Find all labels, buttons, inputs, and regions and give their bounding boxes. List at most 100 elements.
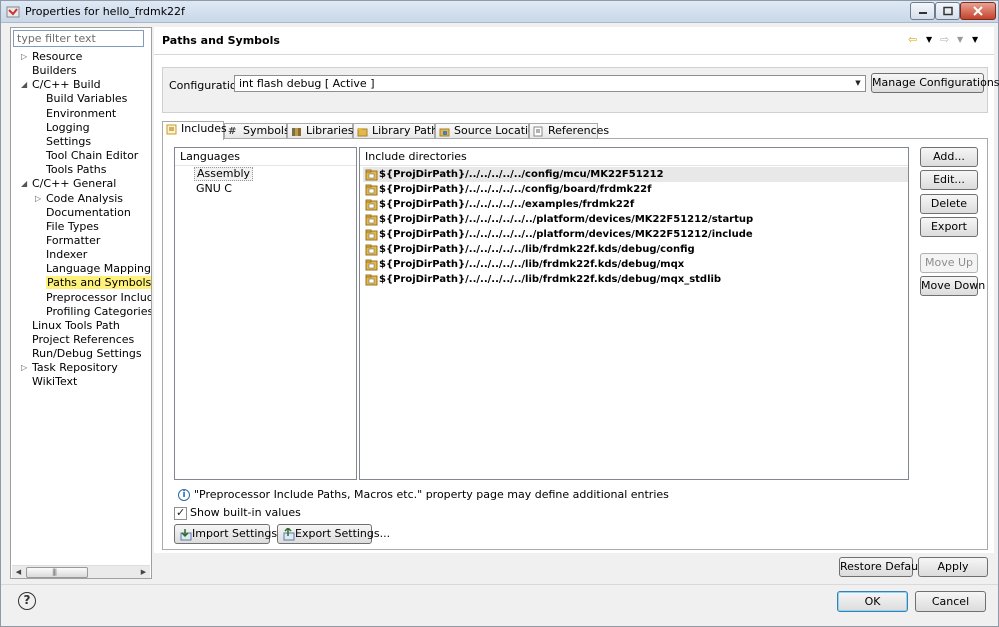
sidebar-item-preprocessor-include-pa[interactable]: Preprocessor Include Pa <box>46 291 151 305</box>
minimize-button[interactable] <box>910 2 935 20</box>
sidebar-item-label: Task Repository <box>32 361 118 375</box>
cancel-button[interactable]: Cancel <box>915 591 986 612</box>
sidebar-item-code-analysis[interactable]: ▷ Code Analysis <box>35 192 123 206</box>
configuration-select[interactable]: int flash debug [ Active ] ▼ <box>234 75 866 92</box>
page-title: Paths and Symbols <box>162 34 280 47</box>
include-directory-row[interactable]: ${ProjDirPath}/../../../../../../platfor… <box>363 212 908 227</box>
scroll-left-icon[interactable]: ◀ <box>12 566 25 579</box>
info-text: "Preprocessor Include Paths, Macros etc.… <box>194 488 669 501</box>
ok-button[interactable]: OK <box>837 591 908 612</box>
import-settings-button[interactable]: Import Settings... <box>174 524 288 544</box>
collapsed-arrow-icon[interactable]: ▷ <box>21 361 30 375</box>
include-folder-icon <box>365 199 378 211</box>
manage-configurations-button[interactable]: Manage Configurations... <box>871 73 999 93</box>
language-item-gnu-c[interactable]: GNU C <box>194 182 234 196</box>
navigation-panel: ▷ResourceBuilders◢C/C++ BuildBuild Varia… <box>10 27 152 579</box>
source-folder-icon <box>439 128 450 137</box>
sidebar-item-formatter[interactable]: Formatter <box>46 234 100 248</box>
show-built-in-checkbox[interactable]: Show built-in values <box>174 506 301 520</box>
include-directory-path: ${ProjDirPath}/../../../../../config/boa… <box>379 184 652 195</box>
language-item-assembly[interactable]: Assembly <box>194 167 254 181</box>
tab-library-paths[interactable]: Library Paths <box>353 123 444 139</box>
include-directory-row[interactable]: ${ProjDirPath}/../../../../../lib/frdmk2… <box>363 257 908 272</box>
library-icon <box>292 128 301 136</box>
sidebar-item-settings[interactable]: Settings <box>46 135 91 149</box>
sidebar-item-indexer[interactable]: Indexer <box>46 248 87 262</box>
include-folder-icon <box>365 274 378 286</box>
add-button[interactable]: Add... <box>920 147 978 167</box>
sidebar-item-tool-chain-editor[interactable]: Tool Chain Editor <box>46 149 138 163</box>
tab-symbols[interactable]: # Symbols <box>224 123 290 139</box>
import-icon <box>180 529 192 541</box>
apply-button[interactable]: Apply <box>918 557 988 577</box>
collapsed-arrow-icon[interactable]: ▷ <box>35 192 44 206</box>
include-folder-icon <box>365 259 378 271</box>
sidebar-item-linux-tools-path[interactable]: Linux Tools Path <box>32 319 120 333</box>
expanded-arrow-icon[interactable]: ◢ <box>21 177 30 191</box>
back-arrow-icon[interactable]: ⇦ <box>908 33 917 46</box>
sidebar-item-label: C/C++ General <box>32 177 117 191</box>
move-up-button[interactable]: Move Up <box>920 253 978 273</box>
forward-menu-chevron-icon[interactable]: ▼ <box>957 35 963 44</box>
restore-defaults-button[interactable]: Restore Defaults <box>839 557 931 577</box>
sidebar-item-language-mappings[interactable]: Language Mappings <box>46 262 151 276</box>
info-icon: i <box>178 489 190 501</box>
export-settings-button[interactable]: Export Settings... <box>277 524 390 544</box>
sidebar-item-label: Language Mappings <box>46 262 151 276</box>
horizontal-scrollbar[interactable]: ◀ ||| ▶ <box>12 565 150 578</box>
collapsed-arrow-icon[interactable]: ▷ <box>21 50 30 64</box>
minimize-icon <box>918 12 927 14</box>
sidebar-item-profiling-categories[interactable]: Profiling Categories <box>46 305 151 319</box>
export-icon <box>283 528 295 541</box>
export-button[interactable]: Export <box>920 217 978 237</box>
expanded-arrow-icon[interactable]: ◢ <box>21 78 30 92</box>
configuration-section: Configuration: int flash debug [ Active … <box>162 67 999 113</box>
include-directory-row[interactable]: ${ProjDirPath}/../../../../../config/mcu… <box>363 167 908 182</box>
tab-libraries[interactable]: Libraries <box>287 123 354 139</box>
include-directory-row[interactable]: ${ProjDirPath}/../../../../../config/boa… <box>363 182 908 197</box>
tab-includes[interactable]: Includes <box>162 121 227 140</box>
sidebar-item-task-repository[interactable]: ▷ Task Repository <box>21 361 118 375</box>
close-button[interactable] <box>960 2 996 20</box>
include-directory-row[interactable]: ${ProjDirPath}/../../../../../lib/frdmk2… <box>363 272 908 287</box>
filter-input[interactable] <box>13 30 144 47</box>
sidebar-item-run-debug-settings[interactable]: Run/Debug Settings <box>32 347 142 361</box>
sidebar-item-builders[interactable]: Builders <box>32 64 77 78</box>
view-menu-icon[interactable]: ▼ <box>972 35 978 44</box>
sidebar-item-project-references[interactable]: Project References <box>32 333 134 347</box>
help-icon[interactable]: ? <box>18 592 36 610</box>
sidebar-item-documentation[interactable]: Documentation <box>46 206 131 220</box>
sidebar-item-environment[interactable]: Environment <box>46 107 116 121</box>
languages-list: Languages Assembly GNU C <box>174 147 357 480</box>
sidebar-item-build-variables[interactable]: Build Variables <box>46 92 127 106</box>
back-menu-chevron-icon[interactable]: ▼ <box>926 35 932 44</box>
sidebar-item-tools-paths[interactable]: Tools Paths <box>46 163 107 177</box>
maximize-button[interactable] <box>935 2 960 20</box>
sidebar-item-label: Tools Paths <box>46 163 107 177</box>
tab-references[interactable]: References <box>529 123 609 139</box>
properties-dialog: Properties for hello_frdmk22f ▷ResourceB… <box>0 0 999 627</box>
sidebar-item-c-c-general[interactable]: ◢ C/C++ General <box>21 177 117 191</box>
sidebar-item-logging[interactable]: Logging <box>46 121 90 135</box>
sidebar-item-c-c-build[interactable]: ◢ C/C++ Build <box>21 78 101 92</box>
includes-icon <box>166 124 177 135</box>
include-directory-row[interactable]: ${ProjDirPath}/../../../../../examples/f… <box>363 197 908 212</box>
sidebar-item-wikitext[interactable]: WikiText <box>32 375 77 389</box>
checkbox-checked-icon[interactable] <box>174 506 187 520</box>
export-settings-label: Export Settings... <box>295 527 391 540</box>
scrollbar-thumb[interactable] <box>26 567 88 578</box>
sidebar-item-label: Paths and Symbols <box>46 276 151 290</box>
edit-button[interactable]: Edit... <box>920 170 978 190</box>
show-built-in-label: Show built-in values <box>190 506 301 519</box>
scroll-right-icon[interactable]: ▶ <box>137 566 150 579</box>
scroll-grip-icon: ||| <box>52 568 57 576</box>
move-down-button[interactable]: Move Down <box>920 276 985 296</box>
sidebar-item-paths-and-symbols[interactable]: Paths and Symbols <box>46 276 151 290</box>
include-directory-row[interactable]: ${ProjDirPath}/../../../../../../platfor… <box>363 227 908 242</box>
tab-source-location[interactable]: Source Location <box>435 123 542 139</box>
delete-button[interactable]: Delete <box>920 194 978 214</box>
include-directory-row[interactable]: ${ProjDirPath}/../../../../../lib/frdmk2… <box>363 242 908 257</box>
sidebar-item-file-types[interactable]: File Types <box>46 220 99 234</box>
sidebar-item-resource[interactable]: ▷ Resource <box>21 50 82 64</box>
forward-arrow-icon[interactable]: ⇨ <box>940 33 949 46</box>
